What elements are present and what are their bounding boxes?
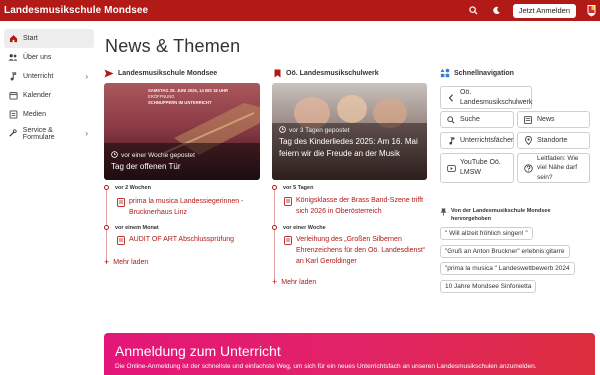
hero-meta: vor einer Woche gepostet bbox=[111, 151, 195, 160]
home-icon bbox=[8, 34, 18, 44]
clock-icon bbox=[279, 126, 286, 135]
quicknav-heading: Schnellnavigation bbox=[440, 68, 514, 78]
col2-heading: Oö. Landesmusikschulwerk bbox=[272, 68, 379, 78]
sidebar-item-label: Service & Formulare bbox=[22, 126, 55, 141]
pin-icon bbox=[440, 208, 447, 224]
chevron-right-icon: › bbox=[85, 129, 88, 138]
news-link[interactable]: Königsklasse der Brass Band-Szene trifft… bbox=[284, 196, 434, 218]
news-link[interactable]: Verleihung des „Großen Silbernen Ehrenze… bbox=[284, 235, 434, 268]
banner-text: Die Online-Anmeldung ist der schnellste … bbox=[115, 363, 537, 370]
load-more-button[interactable]: + Mehr laden bbox=[272, 277, 316, 287]
highlight-chip[interactable]: "prima la musica " Landeswettbewerb 2024 bbox=[440, 262, 575, 275]
folder-icon bbox=[8, 110, 18, 120]
sidebar-item-service[interactable]: Service & Formulare › bbox=[0, 124, 96, 143]
sidebar-item-label: Kalender bbox=[23, 92, 52, 99]
sidebar-item-label: Medien bbox=[23, 111, 46, 118]
sidebar-item-label: Über uns bbox=[23, 54, 52, 61]
quicknav-unterrichtsfaecher[interactable]: Unterrichtsfächer bbox=[440, 132, 514, 149]
highlight-chip[interactable]: 10 Jahre Mondsee Sinfonietta bbox=[440, 280, 537, 293]
timeline-dot bbox=[104, 225, 109, 230]
document-icon bbox=[117, 236, 125, 245]
registration-banner[interactable]: Anmeldung zum Unterricht Die Online-Anme… bbox=[104, 333, 595, 375]
quicknav-news[interactable]: News bbox=[517, 111, 590, 128]
calendar-icon bbox=[8, 91, 18, 101]
sidebar-item-medien[interactable]: Medien bbox=[0, 105, 96, 124]
search-icon bbox=[446, 115, 456, 125]
login-button[interactable]: Jetzt Anmelden bbox=[512, 3, 576, 18]
hero-poster-text: SAMSTAG 28. JUNI 2025, 14 BIS 18 UHR ERÖ… bbox=[148, 88, 228, 106]
location-icon bbox=[523, 136, 533, 146]
plus-icon: + bbox=[104, 257, 110, 267]
timeline-date: vor 2 Wochen bbox=[115, 185, 151, 191]
timeline-dot bbox=[104, 185, 109, 190]
brand-title[interactable]: Landesmusikschule Mondsee bbox=[0, 5, 148, 16]
load-more-button[interactable]: + Mehr laden bbox=[104, 257, 148, 267]
sidebar-item-ueber-uns[interactable]: Über uns bbox=[0, 48, 96, 67]
help-icon bbox=[523, 163, 533, 173]
news-link[interactable]: AUDIT OF ART Abschlussprüfung bbox=[117, 235, 267, 246]
send-icon bbox=[104, 68, 114, 78]
quicknav-standorte[interactable]: Standorte bbox=[517, 132, 590, 149]
plus-icon: + bbox=[272, 277, 278, 287]
sidebar-item-unterricht[interactable]: Unterricht › bbox=[0, 67, 96, 86]
timeline-dot bbox=[272, 225, 277, 230]
music-icon bbox=[8, 72, 18, 82]
search-icon[interactable] bbox=[467, 4, 481, 18]
clock-icon bbox=[111, 151, 118, 160]
document-icon bbox=[117, 198, 125, 207]
bookmark-icon bbox=[272, 68, 282, 78]
quicknav-search[interactable]: Suche bbox=[440, 111, 514, 128]
quicknav-youtube[interactable]: YouTube Oö. LMSW bbox=[440, 153, 514, 183]
document-icon bbox=[284, 197, 292, 206]
tools-icon bbox=[8, 129, 18, 139]
hero-card-col2[interactable]: vor 3 Tagen gepostet Tag des Kinderliede… bbox=[272, 83, 427, 180]
video-icon bbox=[446, 163, 456, 173]
hero-meta: vor 3 Tagen gepostet bbox=[279, 126, 350, 135]
top-actions: Jetzt Anmelden bbox=[467, 0, 600, 21]
sidebar-item-label: Unterricht bbox=[23, 73, 54, 80]
news-link[interactable]: prima la musica Landessiegerinnen - Bruc… bbox=[117, 197, 267, 219]
hero-card-col1[interactable]: SAMSTAG 28. JUNI 2025, 14 BIS 18 UHR ERÖ… bbox=[104, 83, 260, 180]
sidebar-item-kalender[interactable]: Kalender bbox=[0, 86, 96, 105]
quicknav-leitfaden[interactable]: Leitfaden: Wie viel Nähe darf sein? bbox=[517, 153, 590, 183]
top-bar: Landesmusikschule Mondsee Jetzt Anmelden bbox=[0, 0, 600, 21]
highlighted-heading: Von der Landesmusikschule Mondsee hervor… bbox=[440, 207, 590, 224]
page-title: News & Themen bbox=[105, 36, 241, 56]
sidebar-item-start[interactable]: Start bbox=[4, 29, 94, 48]
users-icon bbox=[8, 53, 18, 63]
timeline-dot bbox=[272, 185, 277, 190]
timeline-date: vor einem Monat bbox=[115, 225, 159, 231]
shapes-icon bbox=[440, 68, 450, 78]
document-icon bbox=[284, 236, 292, 245]
quicknav-back-button[interactable]: Oö. Landesmusikschulwerk bbox=[440, 86, 532, 109]
timeline-line bbox=[274, 185, 275, 282]
sidebar-item-label: Start bbox=[23, 35, 38, 42]
banner-title: Anmeldung zum Unterricht bbox=[115, 343, 281, 359]
highlight-chip[interactable]: " Will allzeit fröhlich singen! " bbox=[440, 227, 533, 240]
timeline-date: vor 5 Tagen bbox=[283, 185, 314, 191]
chevron-right-icon: › bbox=[85, 72, 88, 81]
dark-mode-icon[interactable] bbox=[490, 4, 504, 18]
col1-heading: Landesmusikschule Mondsee bbox=[104, 68, 217, 78]
news-icon bbox=[523, 115, 533, 125]
highlight-chip[interactable]: "Gruß an Anton Bruckner" erlebnis:gitarr… bbox=[440, 245, 570, 258]
hero-title[interactable]: Tag des Kinderliedes 2025: Am 16. Mai fe… bbox=[279, 136, 424, 161]
hero-title[interactable]: Tag der offenen Tür bbox=[111, 162, 181, 171]
chevron-left-icon bbox=[446, 93, 456, 103]
crest-icon bbox=[587, 4, 596, 17]
timeline-date: vor einer Woche bbox=[283, 225, 326, 231]
music-icon bbox=[446, 136, 456, 146]
sidebar: Start Über uns Unterricht › Kalender Med… bbox=[0, 29, 96, 143]
